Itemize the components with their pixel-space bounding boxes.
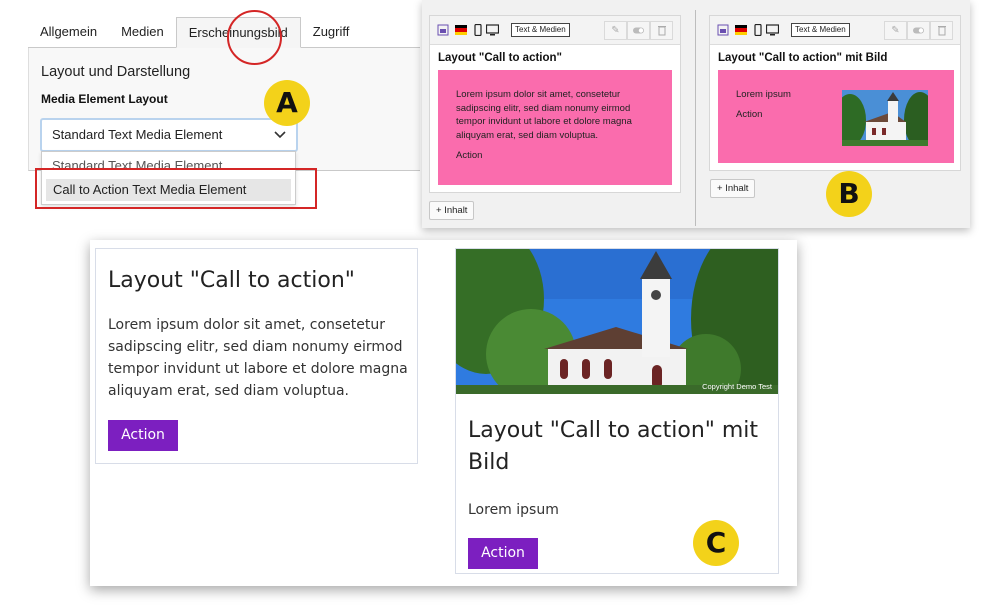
frontend-preview: Layout "Call to action" Lorem ipsum dolo… [90,240,797,586]
add-content-button[interactable]: + Inhalt [710,179,756,198]
section-title: Layout und Darstellung [41,64,191,80]
toggle-visibility-icon[interactable] [627,21,650,40]
preview-action: Action [736,109,763,120]
card-text: Lorem ipsum dolor sit amet, consetetur s… [108,317,408,399]
card-title: Layout "Call to action" [108,268,355,293]
edit-icon[interactable]: ✎ [604,21,627,40]
element-title: Layout "Call to action" [438,52,562,64]
content-element-card: Text & Medien ✎ Layout "Call to action" … [429,15,681,193]
tab-allgemein[interactable]: Allgemein [28,17,109,48]
badge-a: A [264,80,310,126]
page-module-preview: Text & Medien ✎ Layout "Call to action" … [422,0,970,228]
field-label: Media Element Layout [41,92,168,106]
badge-b: B [826,171,872,217]
desktop-icon [485,24,500,36]
image-copyright: Copyright Demo Test [702,382,772,391]
card-title: Layout "Call to action" mit Bild [468,418,759,475]
element-title: Layout "Call to action" mit Bild [718,52,888,64]
element-toolbar: Text & Medien ✎ [430,16,680,45]
highlight-circle [227,10,282,65]
content-type-tag: Text & Medien [511,23,570,37]
pink-preview-box: Lorem ipsum Action [718,70,954,163]
church-image: Copyright Demo Test [456,249,778,394]
mobile-icon [752,23,764,37]
plus-icon: + [436,205,442,216]
media-layout-select[interactable]: Standard Text Media Element [40,118,298,152]
card-text: Lorem ipsum [468,502,559,518]
content-type-tag: Text & Medien [791,23,850,37]
tab-zugriff[interactable]: Zugriff [301,17,362,48]
mobile-icon [472,23,484,37]
cta-card: Layout "Call to action" Lorem ipsum dolo… [95,248,418,464]
delete-icon[interactable] [930,21,953,40]
tab-medien[interactable]: Medien [109,17,176,48]
action-button[interactable]: Action [468,538,538,569]
content-type-icon [717,24,729,36]
tab-bar: Allgemein Medien Erscheinungsbild Zugrif… [28,17,420,48]
layout-settings-panel: Allgemein Medien Erscheinungsbild Zugrif… [0,0,420,230]
action-button[interactable]: Action [108,420,178,451]
badge-c: C [693,520,739,566]
content-type-icon [437,24,449,36]
column-divider [695,10,696,226]
german-flag-icon [735,25,747,35]
preview-action: Action [456,150,483,161]
highlight-rectangle [35,168,317,209]
church-thumbnail [842,90,928,146]
preview-text: Lorem ipsum [736,89,791,100]
german-flag-icon [455,25,467,35]
select-value: Standard Text Media Element [52,127,223,142]
add-content-button[interactable]: + Inhalt [429,201,475,220]
preview-text: Lorem ipsum dolor sit amet, consetetur s… [456,89,632,141]
pink-preview-box: Lorem ipsum dolor sit amet, consetetur s… [438,70,672,185]
desktop-icon [765,24,780,36]
element-toolbar: Text & Medien ✎ [710,16,960,45]
content-element-card-image: Text & Medien ✎ Layout "Call to action" … [709,15,961,171]
delete-icon[interactable] [650,21,673,40]
toggle-visibility-icon[interactable] [907,21,930,40]
plus-icon: + [717,183,723,194]
edit-icon[interactable]: ✎ [884,21,907,40]
